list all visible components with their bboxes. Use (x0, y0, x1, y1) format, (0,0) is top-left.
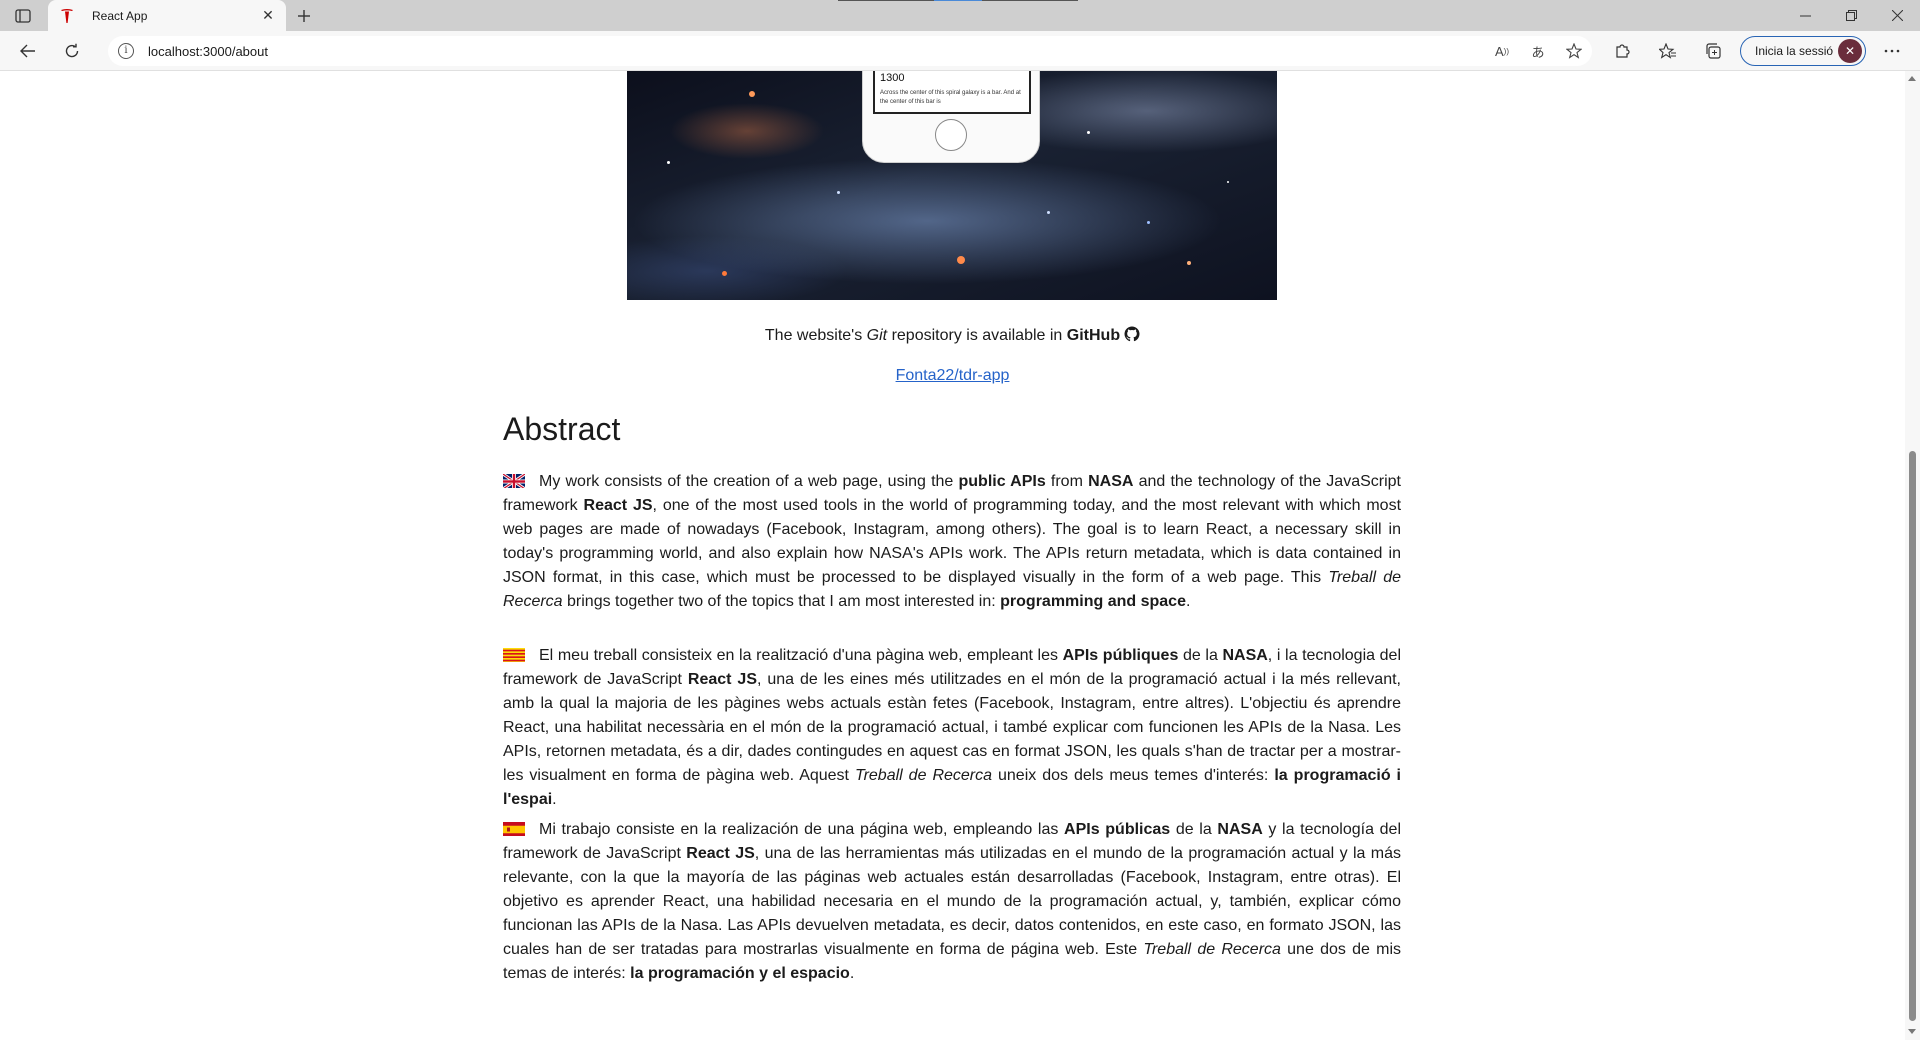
address-bar[interactable]: i localhost:3000/about A)) あ (108, 36, 1592, 66)
sign-in-label: Inicia la sessió (1755, 44, 1834, 58)
es-italic-1: Treball de Recerca (1143, 941, 1281, 958)
en-text-1: My work consists of the creation of a we… (539, 473, 959, 490)
scroll-up-icon[interactable] (1908, 76, 1916, 81)
refresh-icon[interactable] (58, 37, 86, 65)
en-bold-2: NASA (1088, 473, 1134, 490)
active-tab[interactable]: React App ✕ (48, 0, 286, 31)
en-bold-3: React JS (583, 497, 653, 514)
back-icon[interactable] (14, 37, 42, 65)
close-icon[interactable]: ✕ (260, 7, 276, 24)
es-bold-1: APIs públicas (1064, 821, 1171, 838)
repository-line: The website's Git repository is availabl… (0, 326, 1905, 347)
ca-bold-2: NASA (1222, 647, 1268, 664)
favorites-icon[interactable] (1654, 37, 1682, 65)
info-icon[interactable]: i (118, 43, 134, 59)
repo-text-middle: repository is available in (887, 327, 1067, 344)
plus-icon[interactable] (292, 4, 316, 28)
github-icon (1124, 326, 1140, 347)
spain-flag-icon (503, 821, 525, 836)
en-text-6: . (1185, 593, 1191, 610)
ca-text-5: uneix dos dels meus temes d'interés: (992, 767, 1275, 784)
uk-flag-icon (503, 473, 525, 488)
read-aloud-icon[interactable]: A)) (1484, 36, 1520, 66)
ca-bold-1: APIs públiques (1062, 647, 1179, 664)
repo-git-word: Git (866, 327, 888, 344)
repository-link-line: Fonta22/tdr-app (0, 367, 1905, 385)
add-favorite-icon[interactable] (1556, 36, 1592, 66)
extensions-icon[interactable] (1608, 37, 1636, 65)
page-viewport: 1300 Across the center of this spiral ga… (0, 71, 1905, 1040)
minimize-icon[interactable] (1782, 0, 1828, 31)
github-repo-link[interactable]: Fonta22/tdr-app (896, 367, 1010, 384)
abstract-heading: Abstract (503, 411, 621, 447)
url-text[interactable]: localhost:3000/about (148, 44, 268, 59)
es-text-1: Mi trabajo consiste en la realización de… (539, 821, 1065, 838)
es-bold-4: la programación y el espacio (630, 965, 850, 982)
phone-screen: 1300 Across the center of this spiral ga… (873, 71, 1031, 114)
es-text-6: . (849, 965, 855, 982)
ca-text-1: El meu treball consisteix en la realitza… (539, 647, 1063, 664)
repo-text-before: The website's (764, 327, 867, 344)
tab-bar: React App ✕ (0, 0, 1920, 31)
phone-text: Across the center of this spiral galaxy … (880, 90, 1021, 105)
translate-icon[interactable]: あ (1520, 36, 1556, 66)
sign-in-button[interactable]: Inicia la sessió ✕ (1740, 36, 1866, 66)
abstract-catalan: El meu treball consisteix en la realitza… (503, 644, 1401, 812)
address-bar-actions: A)) あ (1484, 36, 1592, 66)
scroll-down-icon[interactable] (1908, 1029, 1916, 1034)
avatar: ✕ (1838, 39, 1862, 63)
browser-toolbar: i localhost:3000/about A)) あ Inicia la s… (0, 31, 1920, 71)
es-bold-2: NASA (1217, 821, 1263, 838)
collections-icon[interactable] (1699, 37, 1727, 65)
es-bold-3: React JS (686, 845, 755, 862)
more-icon[interactable] (1878, 37, 1906, 65)
phone-number: 1300 (880, 72, 905, 84)
catalonia-flag-icon (503, 647, 525, 662)
en-text-2: from (1045, 473, 1089, 490)
galaxy-hero-image: 1300 Across the center of this spiral ga… (627, 71, 1277, 300)
en-bold-1: public APIs (958, 473, 1046, 490)
phone-home-button (935, 119, 967, 151)
ca-italic-1: Treball de Recerca (854, 767, 993, 784)
drag-region-highlight (934, 0, 982, 1)
ca-bold-3: React JS (687, 671, 757, 688)
en-bold-4: programming and space (1000, 593, 1186, 610)
scroll-thumb[interactable] (1909, 451, 1916, 1021)
tesla-favicon-icon (58, 7, 76, 25)
abstract-english: My work consists of the creation of a we… (503, 470, 1401, 614)
ca-text-2: de la (1178, 647, 1223, 664)
phone-mockup: 1300 Across the center of this spiral ga… (862, 71, 1040, 163)
en-text-5: brings together two of the topics that I… (562, 593, 1001, 610)
es-text-2: de la (1170, 821, 1218, 838)
tab-actions-icon[interactable] (12, 6, 34, 26)
ca-text-6: . (552, 791, 557, 808)
restore-icon[interactable] (1828, 0, 1874, 31)
window-controls (1782, 0, 1920, 31)
vertical-scrollbar[interactable] (1905, 71, 1920, 1040)
tab-title: React App (92, 8, 148, 23)
window-close-icon[interactable] (1874, 0, 1920, 31)
abstract-spanish: Mi trabajo consiste en la realización de… (503, 818, 1401, 986)
repo-github-word: GitHub (1066, 327, 1121, 344)
